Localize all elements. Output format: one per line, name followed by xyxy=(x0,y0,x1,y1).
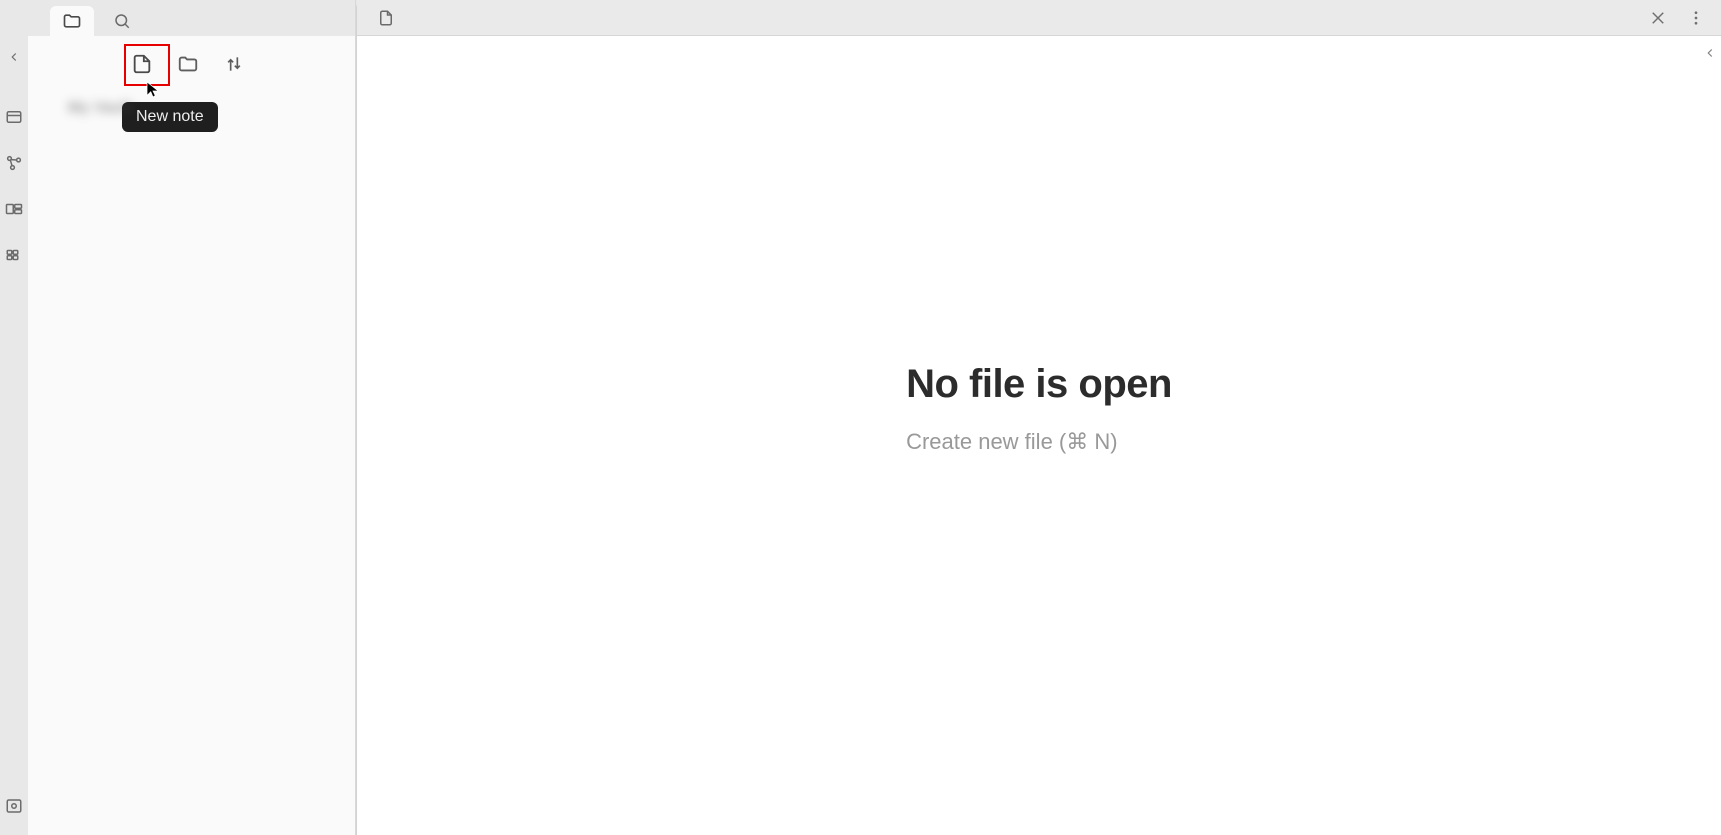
close-tab-button[interactable] xyxy=(1647,7,1669,29)
vault-name-label: My Vault xyxy=(68,99,188,119)
new-folder-button[interactable] xyxy=(174,50,202,78)
more-options-button[interactable] xyxy=(1685,7,1707,29)
search-tab[interactable] xyxy=(100,6,144,36)
file-explorer-sidebar: New note My Vault xyxy=(28,0,356,835)
expand-right-sidebar-icon[interactable] xyxy=(1703,46,1717,60)
sort-button[interactable] xyxy=(220,50,248,78)
files-tab[interactable] xyxy=(50,6,94,36)
sidebar-body: New note My Vault xyxy=(28,36,355,835)
tab-actions-right xyxy=(1647,0,1707,36)
quick-switcher-icon[interactable] xyxy=(5,108,23,126)
editor-tab-bar xyxy=(357,0,1721,36)
empty-state-title: No file is open xyxy=(906,362,1172,407)
sidebar-action-row: New note xyxy=(28,50,355,78)
graph-view-icon[interactable] xyxy=(5,154,23,172)
empty-state-subtitle[interactable]: Create new file (⌘ N) xyxy=(906,429,1172,455)
collapse-sidebar-icon[interactable] xyxy=(5,48,23,66)
sidebar-tab-strip xyxy=(28,0,355,36)
open-vault-icon[interactable] xyxy=(5,797,23,815)
empty-tab[interactable] xyxy=(369,3,403,33)
editor-pane: No file is open Create new file (⌘ N) xyxy=(356,0,1721,835)
new-note-button[interactable] xyxy=(128,50,156,78)
empty-state: No file is open Create new file (⌘ N) xyxy=(906,362,1172,455)
canvas-icon[interactable] xyxy=(5,200,23,218)
left-icon-rail xyxy=(0,0,28,835)
command-palette-icon[interactable] xyxy=(5,246,23,264)
